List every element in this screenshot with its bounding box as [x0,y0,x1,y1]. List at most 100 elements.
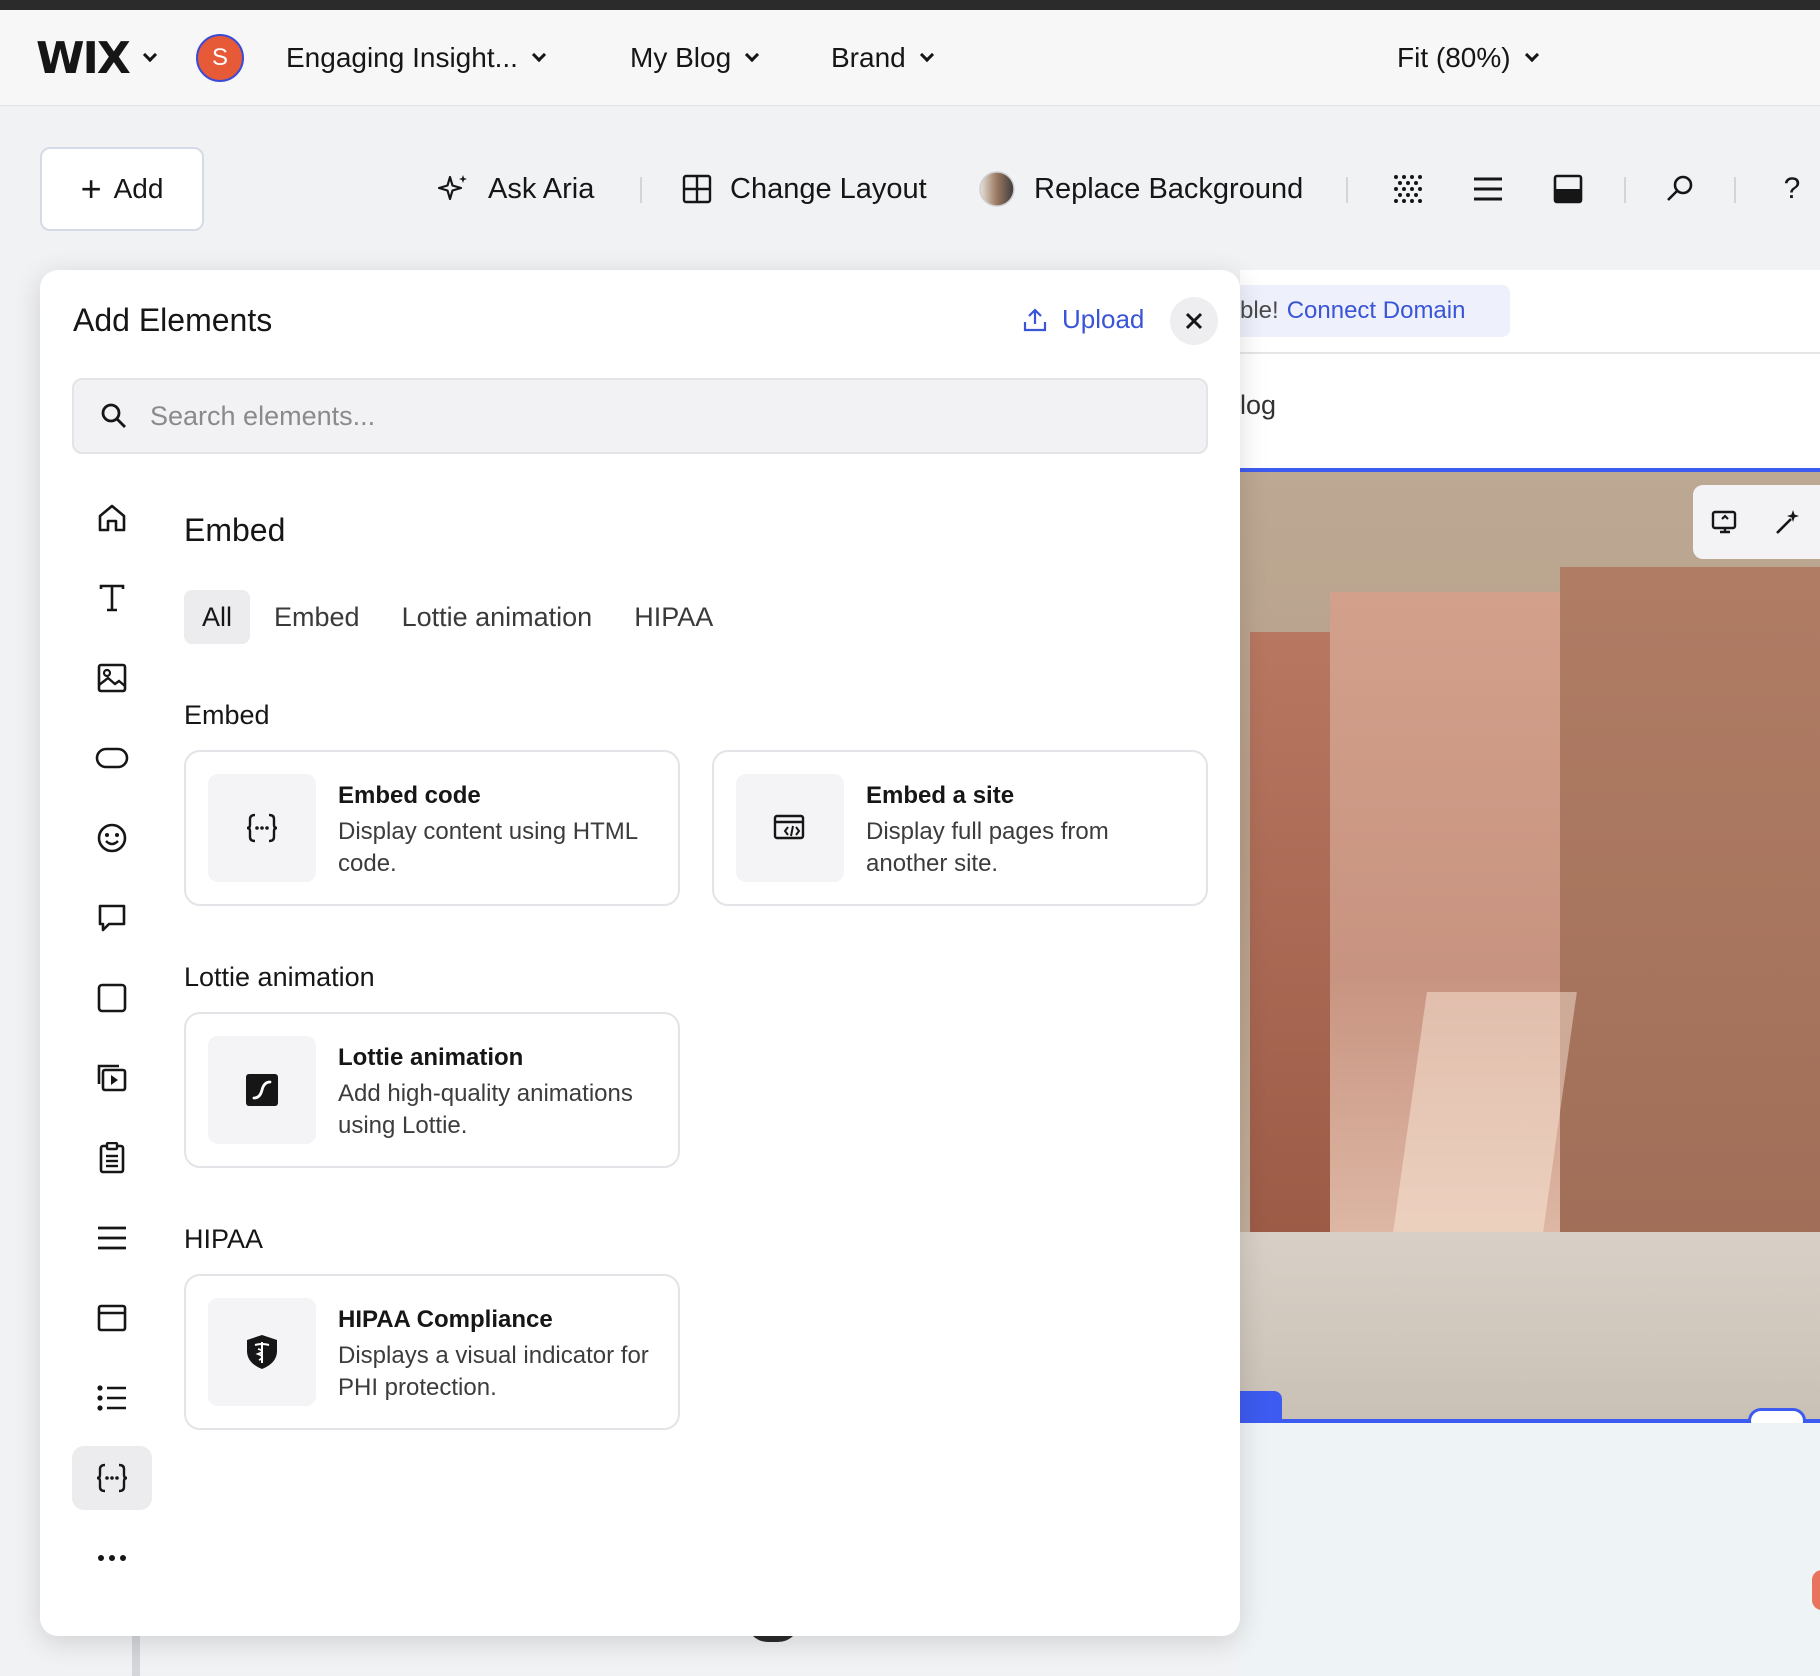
card-title: Embed a site [866,782,1015,809]
embed-site-icon [773,814,805,840]
help-icon: ? [1783,172,1801,205]
site-nav-text[interactable]: log [1240,390,1276,421]
rail-home[interactable] [72,486,152,550]
image-wall-right [1560,567,1820,1257]
chevron-down-icon [745,47,760,63]
text-icon [99,584,125,612]
card-title: HIPAA Compliance [338,1306,553,1333]
banner-text: ble! [1240,297,1279,324]
connect-domain-link[interactable]: Connect Domain [1287,297,1466,325]
smiley-icon [97,823,127,853]
rail-list[interactable] [72,1366,152,1430]
rail-more[interactable] [72,1526,152,1590]
replace-background-label: Replace Background [1034,172,1304,205]
replace-background-button[interactable]: Replace Background [978,147,1303,231]
zoom-label: Fit (80%) [1397,42,1511,73]
magic-edit-icon[interactable] [1773,507,1803,537]
image-tools [1693,485,1820,559]
upload-label: Upload [1062,304,1145,334]
replace-media-icon[interactable] [1710,507,1740,537]
align-button[interactable] [1468,169,1508,209]
code-braces-icon [96,1463,128,1493]
hero-image[interactable] [1240,468,1820,1420]
filter-chip-hipaa[interactable]: HIPAA [616,590,731,644]
wix-menu[interactable]: WIX [36,10,157,106]
rail-strip[interactable] [72,1286,152,1350]
toolbar-divider [1346,177,1348,203]
clipboard-icon [99,1142,125,1174]
site-switcher[interactable]: Engaging Insight... [286,10,547,106]
shield-caduceus-icon [247,1335,277,1369]
card-icon-box [736,774,844,882]
close-panel-button[interactable] [1170,297,1218,345]
rail-embed[interactable] [72,1446,152,1510]
card-title: Embed code [338,782,481,809]
search-input[interactable] [150,400,1150,432]
blog-menu[interactable]: My Blog [630,10,760,106]
add-elements-panel: Add Elements Upload Search elements... E… [40,270,1240,1636]
brand-label: Brand [831,42,906,73]
zoom-menu[interactable]: Fit (80%) [1397,10,1539,106]
chevron-down-icon [919,47,934,63]
embed-site-card[interactable]: Embed a site Display full pages from ano… [712,750,1208,906]
canvas-lower-section[interactable] [1240,1423,1820,1676]
ask-aria-label: Ask Aria [488,172,595,205]
brand-menu[interactable]: Brand [831,10,934,106]
canvas-badge[interactable] [1812,1570,1820,1610]
rail-forms[interactable] [72,1126,152,1190]
rail-image[interactable] [72,646,152,710]
rail-text[interactable] [72,566,152,630]
group-heading-embed: Embed [184,700,270,730]
hamburger-icon [98,1226,126,1250]
layout-grid-icon [682,174,712,204]
rail-box[interactable] [72,966,152,1030]
filter-chip-all[interactable]: All [184,590,251,644]
user-avatar-button[interactable]: S [196,10,244,106]
header-divider [1240,352,1820,354]
section-title: Embed [184,512,286,548]
card-icon-box [208,1298,316,1406]
rail-video[interactable] [72,1046,152,1110]
background-swatch-icon [979,171,1015,207]
upload-button[interactable]: Upload [1022,304,1144,335]
toolbar-divider [1624,177,1626,203]
card-description: Add high-quality animations using Lottie… [338,1080,633,1139]
ask-aria-button[interactable]: Ask Aria [438,147,594,231]
card-description: Display content using HTML code. [338,818,638,877]
square-icon [97,983,127,1013]
rail-menu[interactable] [72,1206,152,1270]
sparkle-icon [438,175,467,201]
avatar: S [196,34,244,82]
help-button[interactable]: ? [1772,169,1812,209]
rail-decorative[interactable] [72,806,152,870]
upload-icon [1023,307,1047,331]
change-layout-button[interactable]: Change Layout [682,147,927,231]
add-button[interactable]: + Add [40,147,204,231]
texture-button[interactable] [1388,169,1428,209]
top-header: WIX S Engaging Insight... My Blog Brand … [0,10,1820,106]
filter-chip-lottie[interactable]: Lottie animation [384,590,611,644]
rail-chat[interactable] [72,886,152,950]
change-layout-label: Change Layout [730,172,927,205]
card-icon-box [208,1036,316,1144]
group-heading-lottie: Lottie animation [184,962,375,992]
search-icon [101,403,126,428]
half-fill-square-icon [1553,174,1583,204]
section-background-button[interactable] [1548,169,1588,209]
search-tool-button[interactable] [1660,169,1700,209]
filter-chip-embed[interactable]: Embed [256,590,378,644]
code-braces-icon [246,813,278,843]
image-icon [97,663,127,693]
rail-button[interactable] [72,726,152,790]
button-shape-icon [95,747,129,769]
lottie-animation-card[interactable]: Lottie animation Add high-quality animat… [184,1012,680,1168]
hipaa-compliance-card[interactable]: HIPAA Compliance Displays a visual indic… [184,1274,680,1430]
chevron-down-icon [142,47,157,63]
site-name: Engaging Insight... [286,42,518,73]
menu-lines-icon [1474,177,1502,201]
embed-code-card[interactable]: Embed code Display content using HTML co… [184,750,680,906]
chevron-down-icon [1524,47,1539,63]
card-icon-box [208,774,316,882]
search-bar [72,378,1208,454]
magnifier-icon [1667,175,1693,201]
